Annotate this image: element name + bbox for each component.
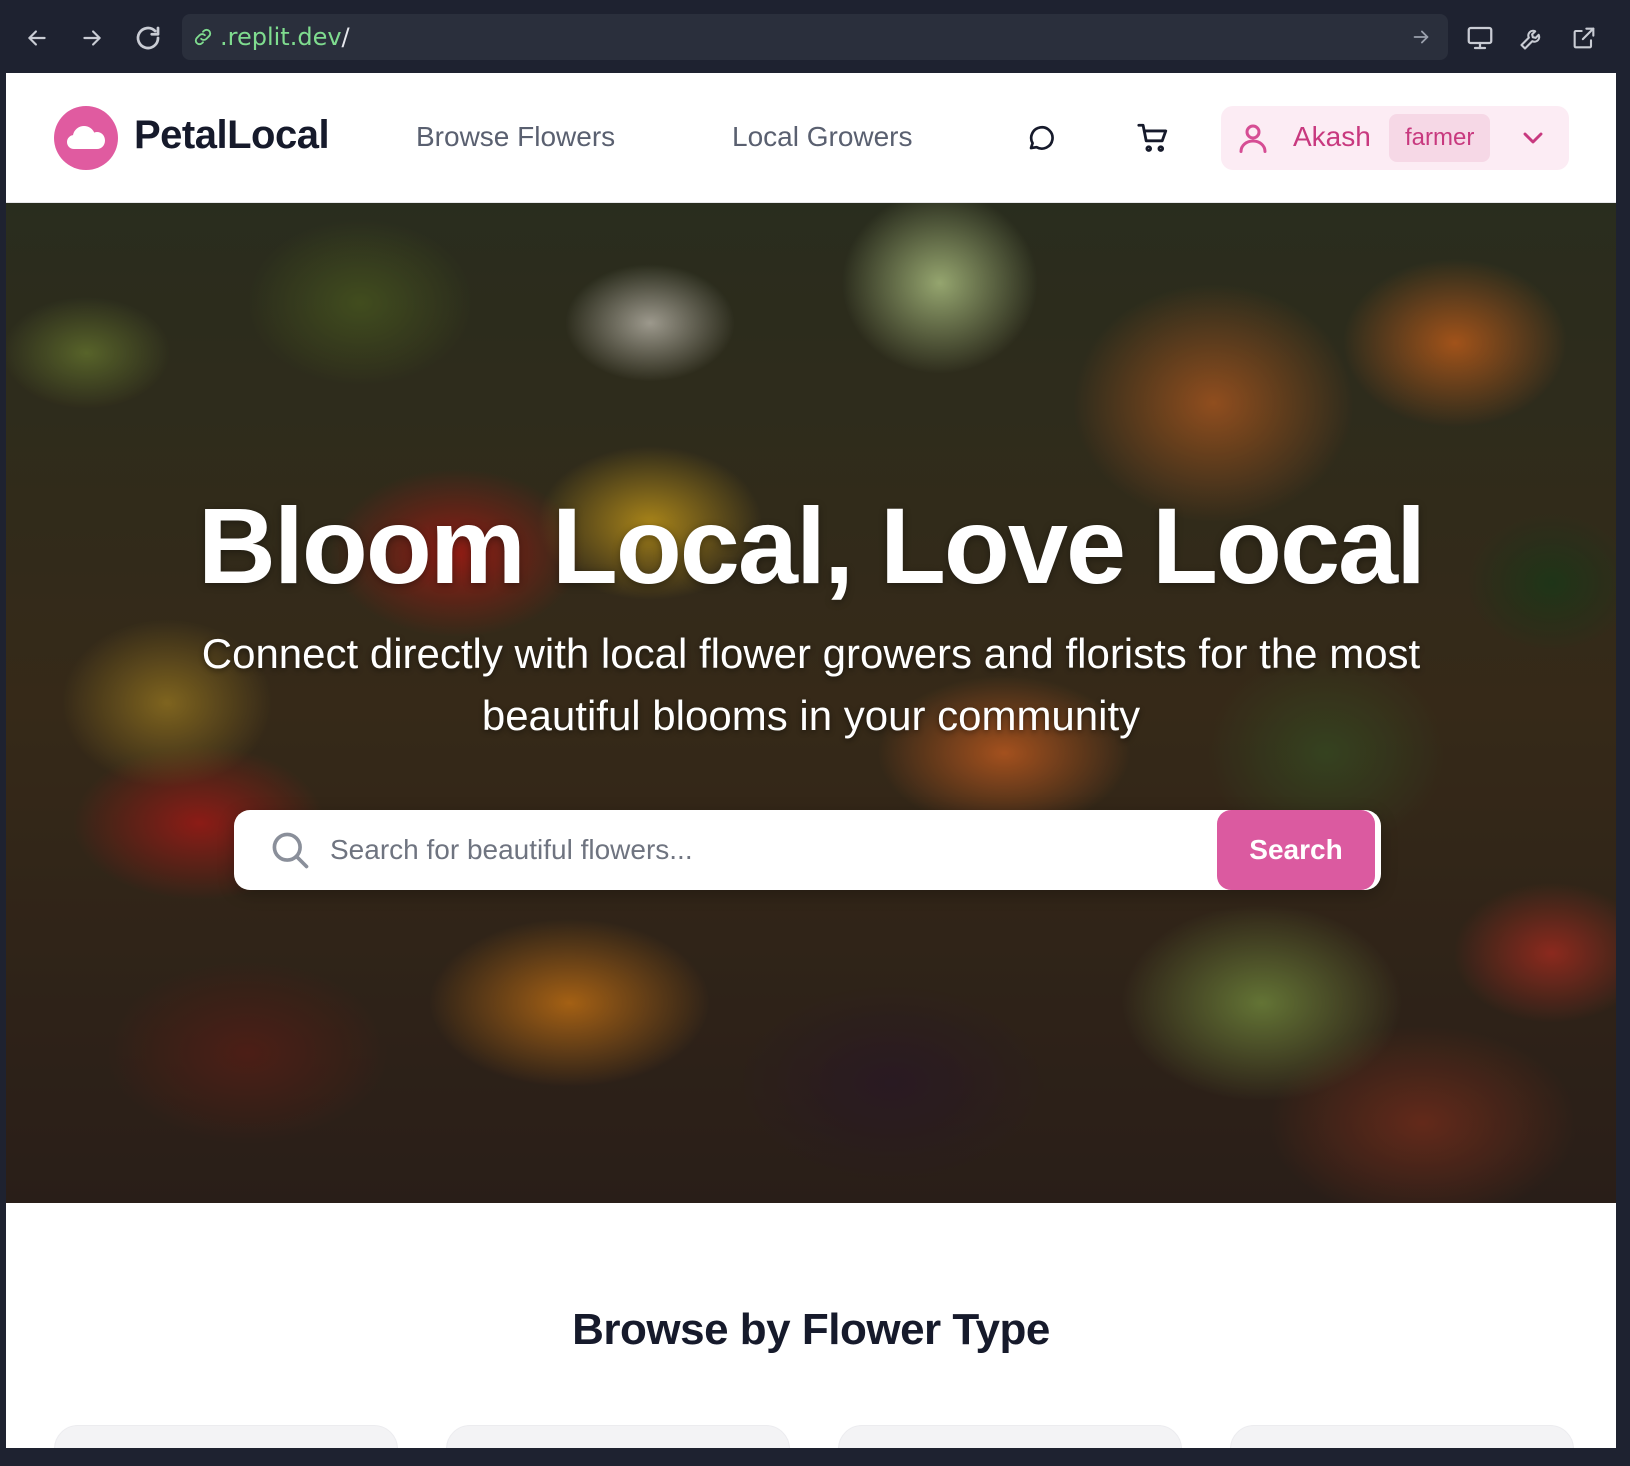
chat-bubble-icon — [1029, 125, 1054, 150]
user-name: Akash — [1293, 121, 1371, 152]
search-icon — [272, 832, 309, 869]
search-button[interactable]: Search — [1217, 810, 1375, 890]
monitor-icon — [1467, 26, 1493, 50]
window-frame-bottom — [0, 1448, 1630, 1466]
hero-banner: Bloom Local, Love Local Connect directly… — [6, 203, 1616, 1203]
address-bar[interactable]: .replit.dev/ — [182, 14, 1448, 60]
url-path: / — [341, 23, 350, 51]
messages-button[interactable] — [1019, 116, 1063, 160]
search-input[interactable] — [330, 824, 1190, 876]
open-external-button[interactable] — [1564, 18, 1604, 58]
nav-local-growers[interactable]: Local Growers — [732, 121, 913, 153]
site-header: PetalLocal Browse Flowers Local Growers … — [6, 73, 1616, 203]
flower-type-card[interactable] — [1230, 1425, 1574, 1448]
user-icon — [1239, 124, 1267, 153]
reload-icon — [136, 26, 160, 50]
go-button[interactable] — [1406, 22, 1436, 52]
devtools-button[interactable] — [1512, 18, 1552, 58]
link-icon — [194, 28, 212, 46]
hero-subtitle: Connect directly with local flower growe… — [201, 630, 1421, 739]
nav-browse-flowers[interactable]: Browse Flowers — [416, 121, 615, 153]
hero-title: Bloom Local, Love Local — [197, 485, 1426, 606]
cart-button[interactable] — [1131, 116, 1175, 160]
flower-type-card[interactable] — [446, 1425, 790, 1448]
user-menu[interactable]: Akash farmer — [1221, 106, 1569, 170]
reload-button[interactable] — [128, 18, 168, 58]
forward-button[interactable] — [72, 18, 112, 58]
flower-cloud-icon — [67, 126, 105, 149]
chevron-down-icon — [1523, 132, 1543, 144]
page-viewport: PetalLocal Browse Flowers Local Growers … — [6, 73, 1616, 1448]
brand-name[interactable]: PetalLocal — [134, 113, 330, 158]
device-button[interactable] — [1460, 18, 1500, 58]
flower-type-card[interactable] — [838, 1425, 1182, 1448]
section-title: Browse by Flower Type — [572, 1305, 1050, 1354]
arrow-right-icon — [83, 30, 101, 46]
external-link-icon — [1573, 27, 1595, 49]
wrench-icon — [1520, 29, 1541, 50]
shopping-cart-icon — [1137, 123, 1168, 152]
url-text: .replit.dev/ — [220, 23, 350, 51]
arrow-right-icon — [1413, 30, 1429, 44]
user-role-badge: farmer — [1389, 114, 1491, 162]
search-bar: Search — [234, 810, 1381, 890]
back-button[interactable] — [17, 18, 57, 58]
logo[interactable] — [54, 106, 118, 170]
arrow-left-icon — [28, 30, 46, 46]
flower-type-cards — [54, 1425, 1574, 1448]
url-host: .replit.dev — [220, 23, 342, 51]
flower-type-card[interactable] — [54, 1425, 398, 1448]
browser-toolbar: .replit.dev/ — [0, 0, 1630, 73]
